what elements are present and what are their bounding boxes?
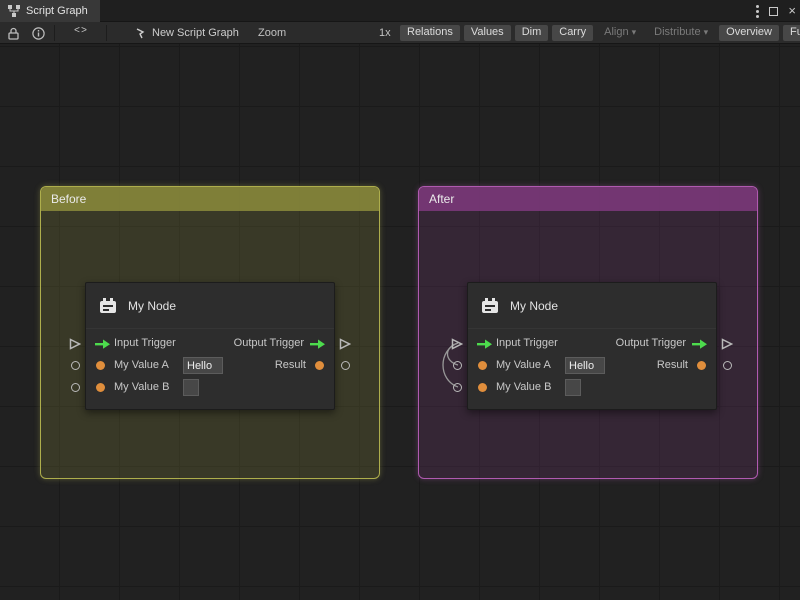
maximize-icon[interactable] (769, 7, 778, 16)
tab-title: Script Graph (26, 5, 88, 17)
value-a-row: My Value A Result (468, 355, 716, 377)
input-trigger-label: Input Trigger (496, 337, 558, 349)
result-port-icon[interactable] (697, 361, 706, 370)
relations-button[interactable]: Relations (400, 25, 460, 41)
zoom-label: Zoom (258, 27, 286, 39)
overview-button[interactable]: Overview (719, 25, 779, 41)
group-title: Before (51, 192, 86, 206)
dim-button[interactable]: Dim (515, 25, 549, 41)
graph-asset-icon (136, 28, 147, 39)
distribute-button[interactable]: Distribute▾ (647, 25, 715, 41)
value-b-outer-port[interactable] (453, 383, 462, 392)
menu-kebab-icon[interactable] (756, 10, 759, 13)
value-b-label: My Value B (496, 381, 551, 393)
carry-button[interactable]: Carry (552, 25, 593, 41)
input-trigger-outer-port[interactable] (451, 338, 463, 350)
input-trigger-icon[interactable] (95, 339, 110, 349)
value-a-outer-port[interactable] (453, 361, 462, 370)
output-trigger-outer-port[interactable] (339, 338, 351, 350)
align-button[interactable]: Align▾ (597, 25, 643, 41)
value-a-outer-port[interactable] (71, 361, 80, 370)
output-trigger-icon[interactable] (310, 339, 325, 349)
node-my-node-after[interactable]: My Node Input Trigger Output Trigger My … (467, 282, 717, 410)
value-a-input[interactable] (183, 357, 223, 374)
node-header[interactable]: My Node (86, 283, 334, 329)
result-outer-port[interactable] (723, 361, 732, 370)
value-a-port-icon[interactable] (96, 361, 105, 370)
trigger-row: Input Trigger Output Trigger (86, 333, 334, 355)
values-button[interactable]: Values (464, 25, 511, 41)
zoom-value: 1x (379, 27, 391, 39)
tab-script-graph[interactable]: Script Graph (0, 0, 100, 22)
value-a-input[interactable] (565, 357, 605, 374)
node-header[interactable]: My Node (468, 283, 716, 329)
value-a-label: My Value A (114, 359, 169, 371)
value-b-row: My Value B (86, 377, 334, 399)
trigger-row: Input Trigger Output Trigger (468, 333, 716, 355)
value-b-row: My Value B (468, 377, 716, 399)
node-my-node-before[interactable]: My Node Input Trigger Output Trigger My … (85, 282, 335, 410)
info-icon[interactable] (32, 27, 45, 40)
result-label: Result (657, 359, 688, 371)
node-title: My Node (510, 299, 558, 313)
code-view-icon[interactable]: <> (66, 26, 96, 37)
value-b-label: My Value B (114, 381, 169, 393)
node-title: My Node (128, 299, 176, 313)
toolbar-buttons: Relations Values Dim Carry Align▾ Distri… (400, 25, 800, 41)
toolbar-divider (54, 25, 55, 41)
value-a-port-icon[interactable] (478, 361, 487, 370)
result-label: Result (275, 359, 306, 371)
unit-icon (480, 296, 500, 316)
input-trigger-label: Input Trigger (114, 337, 176, 349)
output-trigger-icon[interactable] (692, 339, 707, 349)
chevron-down-icon: ▾ (632, 27, 637, 37)
input-trigger-outer-port[interactable] (69, 338, 81, 350)
toolbar-divider (106, 25, 107, 41)
close-icon[interactable]: × (788, 0, 796, 22)
output-trigger-outer-port[interactable] (721, 338, 733, 350)
group-before-header[interactable]: Before (41, 187, 379, 211)
input-trigger-icon[interactable] (477, 339, 492, 349)
script-graph-tab-icon (8, 5, 20, 17)
output-trigger-label: Output Trigger (616, 337, 686, 349)
value-b-port-icon[interactable] (96, 383, 105, 392)
value-b-input[interactable] (565, 379, 581, 396)
chevron-down-icon: ▾ (704, 27, 709, 37)
lock-icon[interactable] (8, 27, 19, 40)
value-b-input[interactable] (183, 379, 199, 396)
result-outer-port[interactable] (341, 361, 350, 370)
group-after-header[interactable]: After (419, 187, 757, 211)
graph-name-label[interactable]: New Script Graph (152, 27, 239, 39)
fullscreen-button[interactable]: Full Scr (783, 25, 800, 41)
graph-toolbar: <> New Script Graph Zoom 1x Relations Va… (0, 22, 800, 44)
unit-icon (98, 296, 118, 316)
value-a-label: My Value A (496, 359, 551, 371)
output-trigger-label: Output Trigger (234, 337, 304, 349)
value-b-outer-port[interactable] (71, 383, 80, 392)
group-title: After (429, 192, 454, 206)
value-b-port-icon[interactable] (478, 383, 487, 392)
value-a-row: My Value A Result (86, 355, 334, 377)
tab-bar: Script Graph × (0, 0, 800, 22)
result-port-icon[interactable] (315, 361, 324, 370)
